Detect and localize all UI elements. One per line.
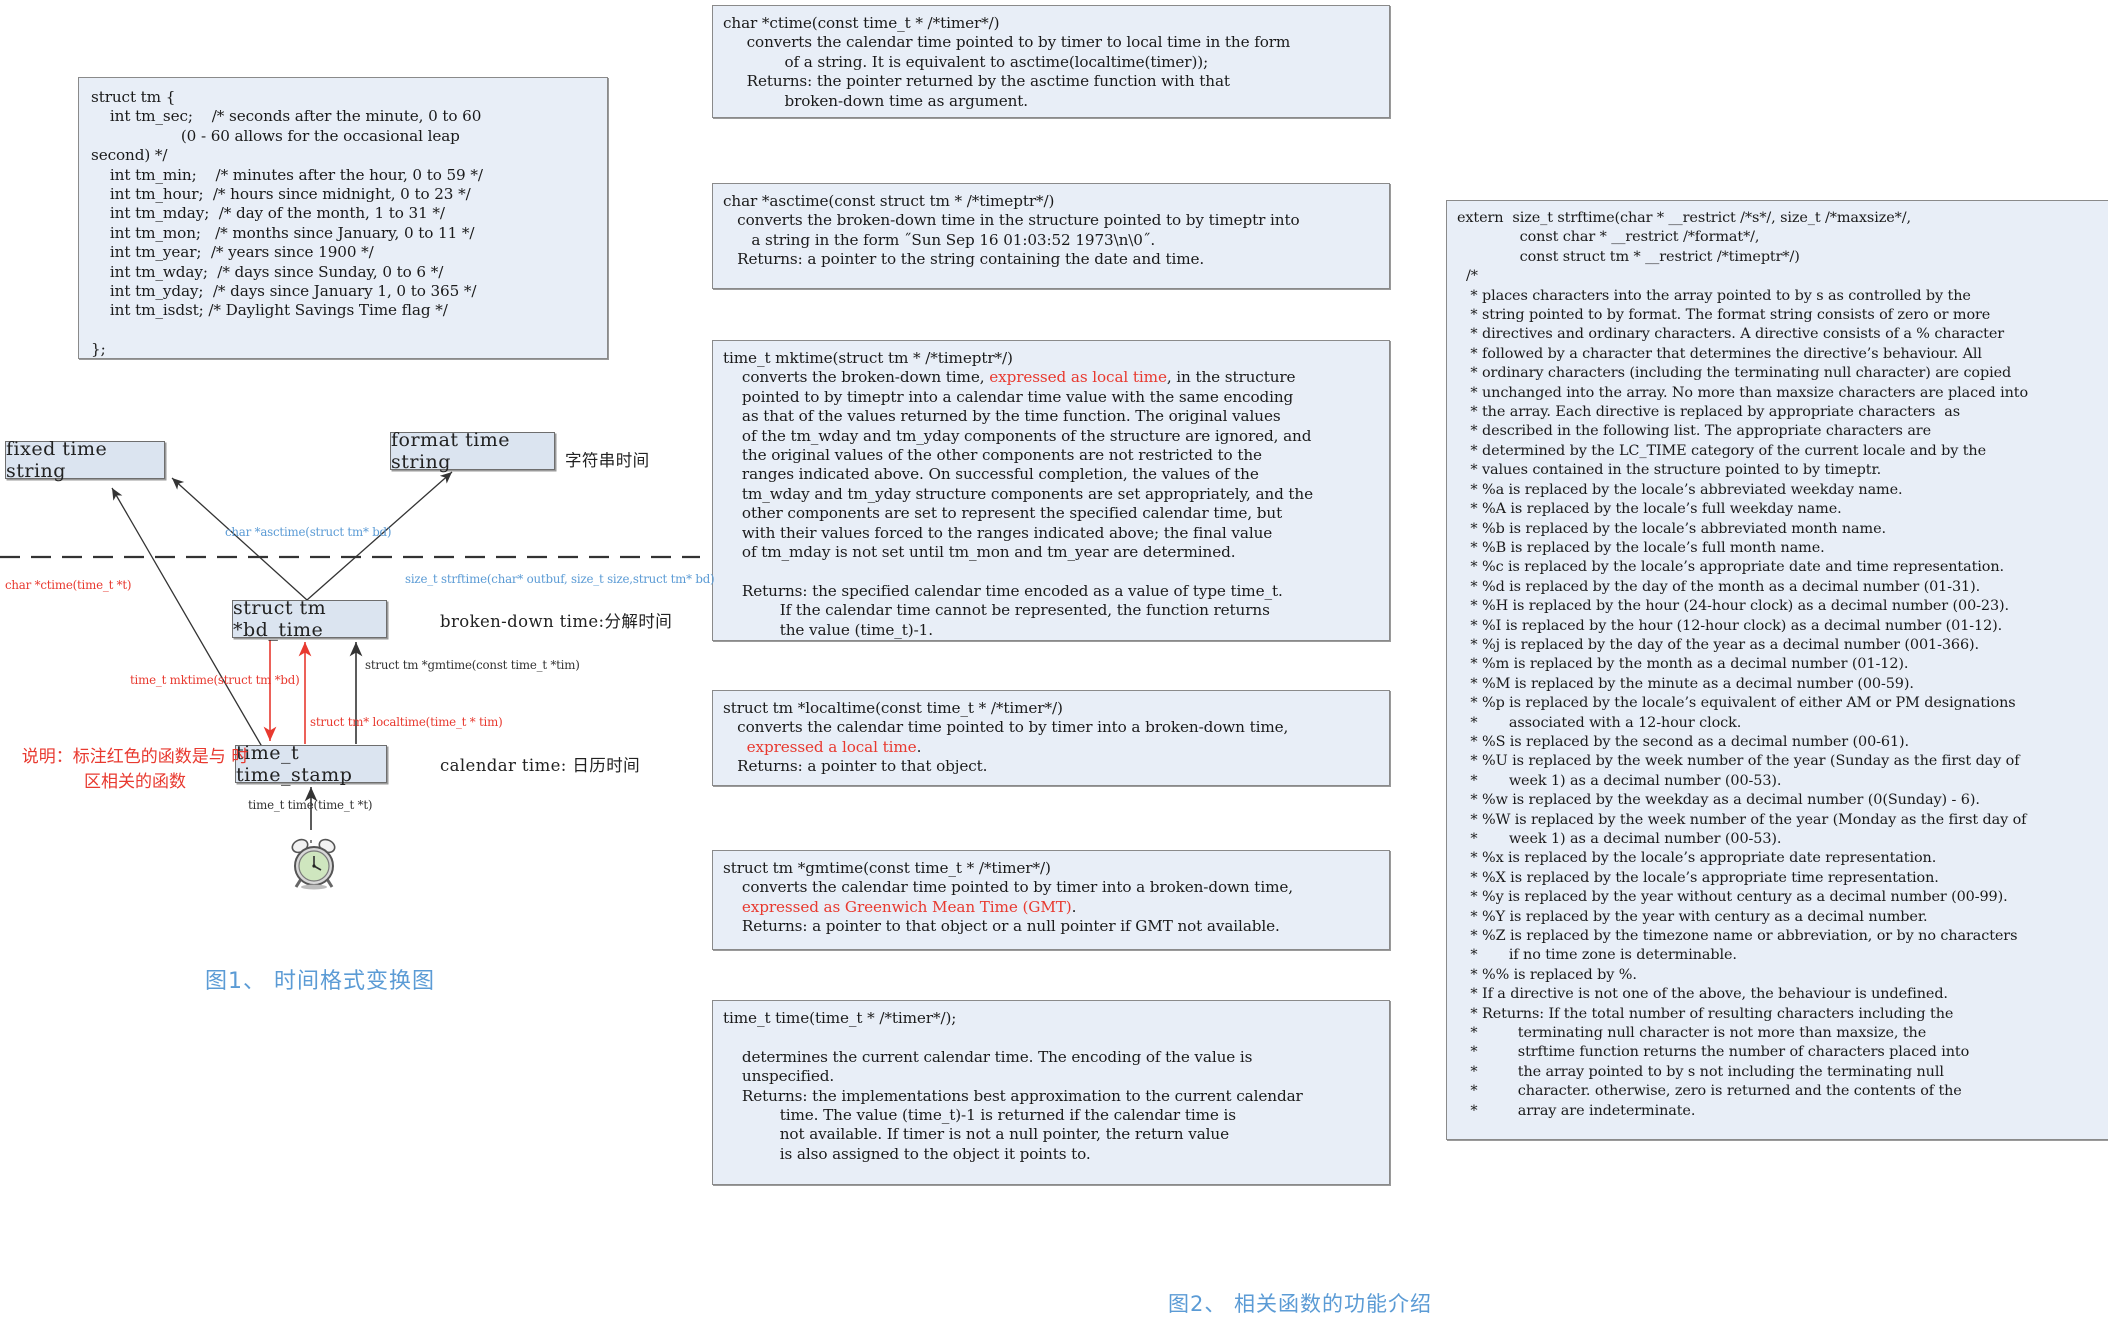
node-format-time-string-label: format time string	[391, 429, 511, 473]
node-fixed-time-string[interactable]: fixed time string	[5, 438, 165, 482]
gmtime-returns: Returns: a pointer to that object or a n…	[723, 917, 1280, 936]
struct-tm-code-box: struct tm { int tm_sec; /* seconds after…	[78, 77, 608, 359]
localtime-line2: converts the calendar time pointed to by…	[723, 718, 1289, 737]
node-format-time-string[interactable]: format time string	[390, 429, 555, 473]
mktime-doc-box: time_t mktime(struct tm * /*timeptr*/) c…	[712, 340, 1390, 641]
ctime-doc-box: char *ctime(const time_t * /*timer*/) co…	[712, 5, 1390, 118]
node-fixed-time-string-label: fixed time string	[6, 438, 108, 482]
mktime-line2-post: , in the structure	[1166, 368, 1296, 387]
node-bd-time[interactable]: struct tm *bd_time	[232, 597, 387, 641]
node-time-stamp-label: time_t time_stamp	[236, 742, 353, 786]
arrow-label-asctime: char *asctime(struct tm* bd)	[225, 525, 392, 539]
node-time-stamp[interactable]: time_t time_stamp	[235, 742, 387, 786]
arrow-label-time: time_t time(time_t *t)	[248, 798, 373, 812]
localtime-doc-box: struct tm *localtime(const time_t * /*ti…	[712, 690, 1390, 786]
node-bd-time-label: struct tm *bd_time	[233, 597, 327, 641]
gmtime-signature: struct tm *gmtime(const time_t * /*timer…	[723, 859, 1051, 877]
label-calendar-time: calendar time: 日历时间	[440, 756, 641, 775]
mktime-doc-rest: pointed to by timeptr into a calendar ti…	[741, 387, 1314, 639]
mktime-line2-pre: converts the broken-down time,	[723, 368, 990, 387]
gmtime-gmt-highlight: expressed as Greenwich Mean Time (GMT)	[723, 897, 1072, 916]
strftime-doc-box: extern size_t strftime(char * __restrict…	[1446, 200, 2108, 1140]
localtime-returns: Returns: a pointer to that object.	[723, 757, 988, 776]
asctime-doc-box: char *asctime(const struct tm * /*timept…	[712, 183, 1390, 289]
time-doc-text: time_t time(time_t * /*timer*/); determi…	[723, 1009, 1303, 1163]
label-broken-down-time: broken-down time:分解时间	[440, 612, 673, 631]
localtime-line3-post: .	[916, 737, 922, 756]
timezone-note: 说明：标注红色的函数是与 时区相关的函数	[21, 747, 249, 792]
arrow-label-localtime: struct tm* localtime(time_t * tim)	[310, 715, 503, 729]
asctime-doc-text: char *asctime(const struct tm * /*timept…	[723, 192, 1300, 269]
figure-2-caption: 图2、 相关函数的功能介绍	[1168, 1292, 1433, 1316]
time-doc-box: time_t time(time_t * /*timer*/); determi…	[712, 1000, 1390, 1185]
ctime-doc-text: char *ctime(const time_t * /*timer*/) co…	[723, 14, 1291, 110]
time-conversion-diagram: fixed time string format time string str…	[0, 400, 715, 1020]
label-string-time: 字符串时间	[565, 451, 650, 470]
arrow-label-strftime: size_t strftime(char* outbuf, size_t siz…	[405, 572, 715, 586]
arrow-label-gmtime: struct tm *gmtime(const time_t *tim)	[365, 658, 580, 672]
strftime-doc-text: extern size_t strftime(char * __restrict…	[1457, 210, 2029, 1119]
localtime-local-time-highlight: expressed a local time	[723, 737, 917, 756]
figure-1-caption: 图1、 时间格式变换图	[205, 969, 435, 994]
arrow-label-ctime: char *ctime(time_t *t)	[5, 578, 132, 592]
gmtime-line2: converts the calendar time pointed to by…	[723, 878, 1293, 897]
mktime-local-time-highlight: expressed as local time	[989, 368, 1167, 387]
localtime-signature: struct tm *localtime(const time_t * /*ti…	[723, 699, 1063, 717]
alarm-clock-icon	[291, 838, 336, 890]
mktime-signature: time_t mktime(struct tm * /*timeptr*/)	[723, 349, 1013, 367]
diagram-arrows	[0, 471, 700, 870]
arrow-label-mktime: time_t mktime(struct tm *bd)	[130, 673, 300, 687]
gmtime-line3-post: .	[1071, 897, 1077, 916]
gmtime-doc-box: struct tm *gmtime(const time_t * /*timer…	[712, 850, 1390, 950]
struct-tm-code: struct tm { int tm_sec; /* seconds after…	[91, 88, 483, 359]
